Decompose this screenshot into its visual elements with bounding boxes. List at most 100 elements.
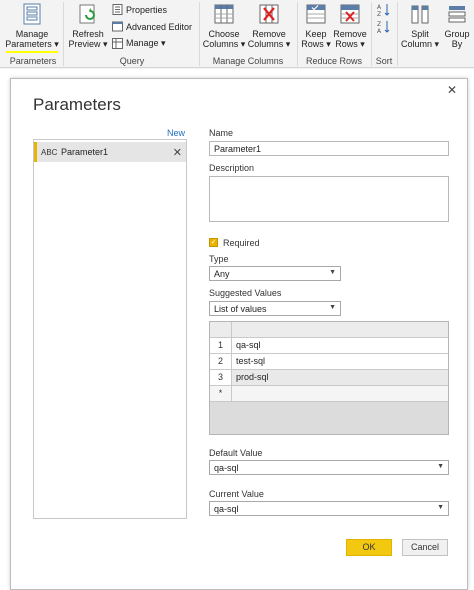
description-field[interactable] (209, 176, 449, 222)
dialog-title: Parameters (33, 95, 121, 114)
group-label-reduce-rows: Reduce Rows (305, 56, 363, 66)
parameter-name-label: Parameter1 (61, 147, 109, 157)
new-row[interactable]: * (210, 386, 448, 402)
table-row[interactable]: 1 qa-sql (210, 338, 448, 354)
svg-text:A: A (377, 28, 382, 34)
group-label-query: Query (119, 56, 145, 66)
sort-ascending-button[interactable]: A Z (376, 3, 392, 19)
required-checkbox[interactable]: ✓ (209, 238, 218, 247)
delete-parameter-icon[interactable]: ✕ (173, 146, 182, 159)
advanced-editor-icon (112, 21, 123, 32)
manage-button[interactable]: Manage ▾ (112, 38, 166, 49)
required-label: Required (223, 238, 260, 248)
default-value-dropdown[interactable]: qa-sql ▼ (209, 460, 449, 475)
chevron-down-icon: ▼ (437, 463, 444, 470)
text-type-icon: ABC (41, 147, 58, 157)
new-parameter-link[interactable]: New (167, 128, 185, 138)
choose-columns-icon (202, 3, 246, 27)
manage-icon (112, 38, 123, 49)
parameters-dialog: Parameters ✕ New ABC Parameter1 ✕ Name P… (10, 78, 468, 590)
svg-text:Z: Z (377, 21, 381, 28)
refresh-preview-button[interactable]: Refresh Preview ▾ (66, 3, 110, 49)
name-field[interactable]: Parameter1 (209, 141, 449, 156)
type-dropdown-value: Any (214, 269, 230, 279)
manage-parameters-button[interactable]: Manage Parameters ▾ (4, 3, 60, 49)
svg-text:Z: Z (377, 11, 381, 17)
table-row[interactable]: 3 prod-sql (210, 370, 448, 386)
choose-columns-label-2: Columns ▾ (202, 39, 246, 49)
remove-columns-icon (246, 3, 292, 27)
keep-rows-label-2: Rows ▾ (301, 39, 331, 49)
choose-columns-button[interactable]: Choose Columns ▾ (202, 3, 246, 49)
remove-rows-button[interactable]: Remove Rows ▾ (332, 3, 368, 49)
parameter-list: ABC Parameter1 ✕ (33, 139, 187, 519)
highlight-underline (6, 51, 58, 53)
default-value-label: Default Value (209, 448, 263, 458)
type-label: Type (209, 254, 229, 264)
sort-ascending-icon: A Z (377, 4, 390, 18)
remove-rows-label-1: Remove (333, 29, 367, 39)
grid-header-cell (232, 322, 448, 337)
row-number: 1 (210, 338, 232, 353)
group-label-parameters: Parameters (9, 56, 57, 66)
current-value-dropdown[interactable]: qa-sql ▼ (209, 501, 449, 516)
keep-rows-label-1: Keep (305, 29, 327, 39)
advanced-editor-button[interactable]: Advanced Editor (112, 21, 192, 32)
group-by-button[interactable]: Group By (440, 3, 474, 49)
properties-label: Properties (126, 4, 168, 15)
group-label-sort: Sort (375, 56, 393, 66)
manage-parameters-label-1: Manage (15, 29, 49, 39)
manage-label: Manage ▾ (126, 38, 166, 48)
chevron-down-icon: ▼ (329, 269, 336, 276)
grid-header-row (210, 322, 448, 338)
sort-descending-button[interactable]: Z A (376, 20, 392, 36)
new-row-cell[interactable] (232, 386, 448, 401)
ribbon: Manage Parameters ▾ Parameters Refresh P… (0, 0, 474, 68)
svg-text:A: A (377, 4, 382, 11)
refresh-icon (66, 3, 110, 27)
properties-button[interactable]: Properties (112, 4, 167, 15)
group-by-label-1: Group (444, 29, 470, 39)
name-label: Name (209, 128, 234, 138)
value-cell[interactable]: prod-sql (232, 370, 448, 385)
grid-header-corner (210, 322, 232, 337)
row-number: 3 (210, 370, 232, 385)
suggested-values-dropdown-value: List of values (214, 304, 267, 314)
properties-icon (112, 4, 123, 15)
keep-rows-button[interactable]: Keep Rows ▾ (298, 3, 334, 49)
choose-columns-label-1: Choose (208, 29, 240, 39)
remove-columns-label-1: Remove (252, 29, 286, 39)
chevron-down-icon: ▼ (329, 304, 336, 311)
group-by-label-2: By (451, 39, 463, 49)
ok-button[interactable]: OK (346, 539, 392, 556)
close-icon[interactable]: ✕ (447, 83, 457, 97)
group-label-manage-columns: Manage Columns (212, 56, 284, 66)
current-value-dropdown-value: qa-sql (214, 504, 239, 514)
refresh-preview-label-2: Preview ▾ (68, 39, 108, 49)
group-separator (63, 2, 64, 66)
values-grid: 1 qa-sql 2 test-sql 3 prod-sql * (209, 321, 449, 435)
split-column-icon (400, 3, 440, 27)
table-row[interactable]: 2 test-sql (210, 354, 448, 370)
sort-descending-icon: Z A (377, 21, 390, 35)
split-column-label-2: Column ▾ (400, 39, 440, 49)
type-dropdown[interactable]: Any ▼ (209, 266, 341, 281)
parameter-list-item[interactable]: ABC Parameter1 ✕ (34, 142, 186, 162)
keep-rows-icon (298, 3, 334, 27)
value-cell[interactable]: qa-sql (232, 338, 448, 353)
value-cell[interactable]: test-sql (232, 354, 448, 369)
remove-columns-button[interactable]: Remove Columns ▾ (246, 3, 292, 49)
current-value-label: Current Value (209, 489, 264, 499)
split-column-button[interactable]: Split Column ▾ (400, 3, 440, 49)
description-label: Description (209, 163, 255, 173)
remove-rows-label-2: Rows ▾ (335, 39, 365, 49)
new-row-marker: * (210, 386, 232, 401)
manage-parameters-label-2: Parameters ▾ (5, 39, 59, 49)
suggested-values-dropdown[interactable]: List of values ▼ (209, 301, 341, 316)
row-number: 2 (210, 354, 232, 369)
manage-parameters-icon (4, 3, 60, 27)
remove-columns-label-2: Columns ▾ (247, 39, 291, 49)
cancel-button[interactable]: Cancel (402, 539, 448, 556)
split-column-label-1: Split (411, 29, 429, 39)
advanced-editor-label: Advanced Editor (126, 21, 193, 32)
